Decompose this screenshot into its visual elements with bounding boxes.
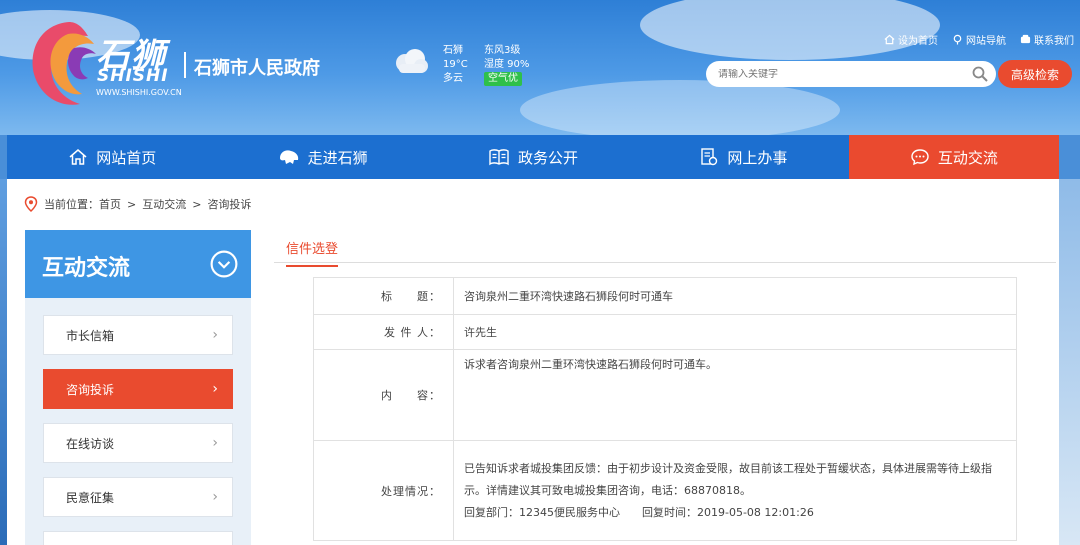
home-icon — [884, 34, 895, 45]
weather-detail: 东风3级 湿度 90% 空气优 — [484, 44, 529, 86]
nav-item-about[interactable]: 走进石狮 — [217, 135, 427, 179]
letter-table: 标 题： 咨询泉州二重环湾快速路石狮段何时可通车 发 件 人： 许先生 内 容：… — [313, 277, 1017, 541]
cloud-decoration — [520, 80, 840, 135]
nav-label: 政务公开 — [518, 148, 579, 167]
chevron-right-icon: › — [212, 435, 218, 451]
table-row: 标 题： 咨询泉州二重环湾快速路石狮段何时可通车 — [313, 277, 1017, 315]
handling-reply-info: 回复部门：12345便民服务中心 回复时间：2019-05-08 12:01:2… — [464, 505, 814, 519]
brand-divider — [184, 52, 186, 78]
sidebar-item-consult-complaint[interactable]: 咨询投诉 › — [43, 369, 233, 409]
top-links: 设为首页 网站导航 联系我们 — [884, 32, 1074, 47]
link-label: 联系我们 — [1034, 36, 1074, 47]
search-input[interactable] — [718, 68, 958, 80]
sidebar-item-label: 市长信箱 — [66, 328, 115, 343]
weather-temp: 19°C — [443, 59, 468, 70]
weather-wind: 东风3级 — [484, 45, 521, 56]
nav-item-interaction[interactable]: 互动交流 — [848, 135, 1060, 179]
set-homepage-link[interactable]: 设为首页 — [884, 32, 938, 47]
weather-city: 石狮 — [443, 45, 463, 56]
location-icon — [953, 34, 962, 45]
contact-us-link[interactable]: 联系我们 — [1020, 32, 1074, 47]
nav-label: 互动交流 — [937, 148, 998, 167]
link-label: 网站导航 — [966, 36, 1006, 47]
right-background-band — [1059, 179, 1080, 545]
breadcrumb-sep: > — [192, 197, 202, 211]
breadcrumb-home[interactable]: 首页 — [99, 196, 121, 212]
handling-result: 已告知诉求者城投集团反馈：由于初步设计及资金受限，故目前该工程处于暂缓状态，具体… — [464, 461, 992, 497]
home-icon — [69, 149, 87, 165]
weather-humidity: 湿度 90% — [484, 59, 530, 70]
phone-icon — [1020, 34, 1031, 44]
sidebar-item-opinion-collection[interactable]: 民意征集 › — [43, 477, 233, 517]
table-row: 内 容： 诉求者咨询泉州二重环湾快速路石狮段何时可通车。 — [313, 349, 1017, 441]
sidebar-item-label: 在线访谈 — [66, 436, 115, 451]
chevron-right-icon: › — [212, 381, 218, 397]
chevron-right-icon: › — [212, 327, 218, 343]
nav-item-gov-affairs[interactable]: 政务公开 — [428, 135, 638, 179]
link-label: 设为首页 — [898, 36, 938, 47]
cloud-decoration — [640, 0, 940, 60]
table-row: 发 件 人： 许先生 — [313, 314, 1017, 350]
cloudy-weather-icon — [396, 49, 428, 73]
service-icon — [701, 148, 718, 166]
location-pin-icon — [24, 196, 38, 212]
nav-label: 网上办事 — [727, 148, 788, 167]
brand-url: WWW.SHISHI.GOV.CN — [96, 88, 182, 97]
sidebar-item-label: 咨询投诉 — [66, 382, 115, 397]
sender-value: 许先生 — [453, 314, 1017, 350]
gov-name: 石狮市人民政府 — [194, 58, 320, 79]
breadcrumb-sep: > — [127, 197, 137, 211]
advanced-search-button[interactable]: 高级检索 — [998, 60, 1072, 88]
main-nav: 网站首页 走进石狮 政务公开 网上办事 互动交流 — [7, 135, 1060, 179]
weather-basic: 石狮 19°C 多云 — [443, 44, 468, 86]
nav-label: 走进石狮 — [307, 148, 368, 167]
search-box[interactable] — [706, 61, 996, 87]
content-value: 诉求者咨询泉州二重环湾快速路石狮段何时可通车。 — [453, 349, 1017, 441]
sidebar-header: 互动交流 — [25, 230, 251, 298]
left-background-band — [0, 179, 7, 545]
search-icon[interactable] — [972, 66, 988, 82]
title-key: 标 题： — [313, 277, 454, 315]
weather-condition: 多云 — [443, 73, 463, 84]
nav-item-home[interactable]: 网站首页 — [7, 135, 217, 179]
chat-icon — [911, 149, 929, 166]
sidebar-item-more[interactable] — [43, 531, 233, 545]
nav-item-online-service[interactable]: 网上办事 — [638, 135, 848, 179]
title-value: 咨询泉州二重环湾快速路石狮段何时可通车 — [453, 277, 1017, 315]
brand-name-en: SHISHI — [97, 66, 169, 86]
chevron-down-icon[interactable] — [210, 250, 238, 278]
content-key: 内 容： — [313, 349, 454, 441]
book-icon — [489, 149, 509, 166]
breadcrumb: 当前位置： 首页 > 互动交流 > 咨询投诉 — [24, 196, 251, 212]
breadcrumb-prefix: 当前位置： — [44, 198, 99, 211]
table-row: 处理情况： 已告知诉求者城投集团反馈：由于初步设计及资金受限，故目前该工程处于暂… — [313, 440, 1017, 541]
sidebar-item-label: 民意征集 — [66, 490, 115, 505]
tab-divider — [274, 262, 1056, 263]
air-quality-badge: 空气优 — [484, 72, 522, 86]
sidebar-item-online-interview[interactable]: 在线访谈 › — [43, 423, 233, 463]
site-navigation-link[interactable]: 网站导航 — [952, 32, 1006, 47]
chevron-right-icon: › — [212, 489, 218, 505]
breadcrumb-current[interactable]: 咨询投诉 — [207, 196, 251, 212]
nav-label: 网站首页 — [96, 148, 157, 167]
handling-key: 处理情况： — [313, 440, 454, 541]
handling-value: 已告知诉求者城投集团反馈：由于初步设计及资金受限，故目前该工程处于暂缓状态，具体… — [453, 440, 1017, 541]
sidebar-title: 互动交流 — [42, 256, 131, 281]
lion-icon — [279, 150, 298, 164]
sidebar-item-mayor-mailbox[interactable]: 市长信箱 › — [43, 315, 233, 355]
breadcrumb-interaction[interactable]: 互动交流 — [142, 196, 186, 212]
sender-key: 发 件 人： — [313, 314, 454, 350]
